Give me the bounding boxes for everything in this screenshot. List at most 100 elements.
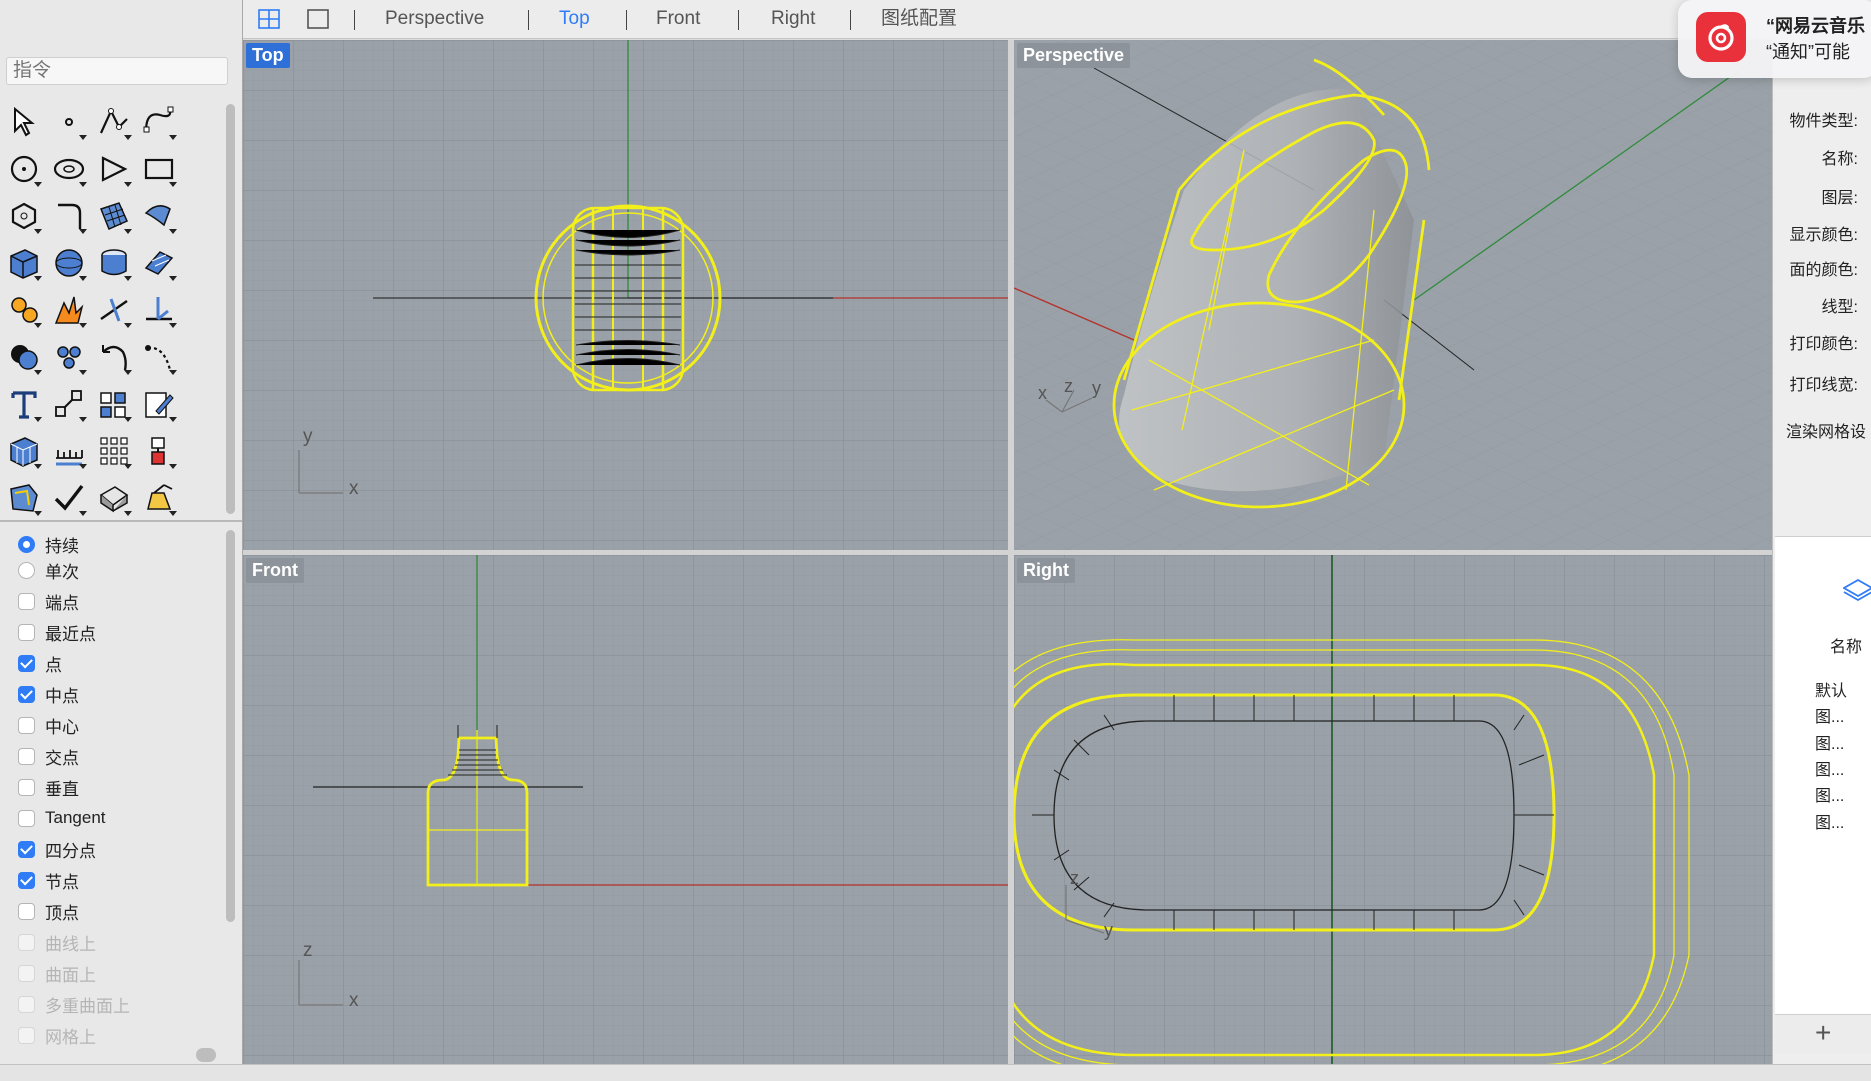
viewport-label-perspective[interactable]: Perspective bbox=[1017, 43, 1131, 68]
osnap-checkbox[interactable] bbox=[18, 809, 35, 827]
osnap-item-label: 交点 bbox=[45, 748, 79, 768]
tab-right[interactable]: Right bbox=[771, 6, 815, 32]
group-icon[interactable] bbox=[49, 337, 89, 377]
osnap-checkbox[interactable] bbox=[18, 654, 35, 672]
ellipse-icon[interactable] bbox=[49, 149, 89, 189]
osnap-item[interactable]: Tangent bbox=[18, 804, 106, 832]
layer-item[interactable]: 图... bbox=[1815, 730, 1844, 754]
tab-layout[interactable]: 图纸配置 bbox=[881, 6, 957, 32]
rectangle-icon[interactable] bbox=[139, 149, 179, 189]
osnap-item[interactable]: 交点 bbox=[18, 742, 79, 770]
left-toolbar-panel: 持续单次端点最近点点中点中心交点垂直 Tangent 四分点节点顶点曲线上曲面上多重… bbox=[0, 0, 243, 1064]
fillet-curve-icon[interactable] bbox=[49, 196, 89, 236]
dimension-icon[interactable] bbox=[49, 431, 89, 471]
viewport-top[interactable]: Top y x bbox=[243, 40, 1008, 550]
four-view-layout-icon[interactable] bbox=[256, 6, 282, 32]
gear-tools-icon[interactable] bbox=[4, 290, 44, 330]
viewport-front[interactable]: Front z x bbox=[243, 555, 1008, 1065]
osnap-checkbox[interactable] bbox=[18, 716, 35, 734]
layer-item[interactable]: 图... bbox=[1815, 703, 1844, 727]
layers-column-name[interactable]: 名称 bbox=[1830, 633, 1862, 657]
osnap-item: 曲线上 bbox=[18, 928, 96, 956]
command-input[interactable] bbox=[6, 57, 228, 85]
check-icon[interactable] bbox=[49, 478, 89, 518]
trim-icon[interactable] bbox=[94, 290, 134, 330]
osnap-mode-radio[interactable]: 单次 bbox=[18, 556, 79, 584]
single-view-layout-icon[interactable] bbox=[305, 6, 331, 32]
osnap-checkbox[interactable] bbox=[18, 871, 35, 889]
align-icon[interactable] bbox=[94, 384, 134, 424]
layer-item[interactable]: 图... bbox=[1815, 782, 1844, 806]
analyze-icon[interactable] bbox=[4, 478, 44, 518]
system-notification[interactable]: “网易云音乐 “通知”可能 bbox=[1678, 0, 1871, 78]
osnap-item[interactable]: 四分点 bbox=[18, 835, 96, 863]
rotate-icon[interactable] bbox=[94, 337, 134, 377]
sphere-solid-icon[interactable] bbox=[49, 243, 89, 283]
array-curve-icon[interactable] bbox=[139, 337, 179, 377]
surface-icon[interactable] bbox=[94, 196, 134, 236]
tab-front[interactable]: Front bbox=[656, 6, 700, 32]
layers-icon[interactable] bbox=[1842, 577, 1871, 608]
curve-icon[interactable] bbox=[139, 102, 179, 142]
flyout-arrow-icon bbox=[79, 417, 87, 422]
flyout-arrow-icon bbox=[169, 323, 177, 328]
osnap-item-label: 点 bbox=[45, 655, 62, 675]
osnap-scrollbar[interactable] bbox=[226, 530, 235, 922]
box-solid-icon[interactable] bbox=[4, 243, 44, 283]
add-layer-icon[interactable]: + bbox=[1815, 1017, 1831, 1049]
layer-item[interactable]: 图... bbox=[1815, 756, 1844, 780]
osnap-checkbox[interactable] bbox=[18, 592, 35, 610]
osnap-scroll-thumb[interactable] bbox=[196, 1048, 216, 1062]
lighting-icon[interactable] bbox=[139, 478, 179, 518]
scale-icon[interactable] bbox=[49, 384, 89, 424]
flyout-arrow-icon bbox=[34, 229, 42, 234]
viewport-right[interactable]: Right z y bbox=[1014, 555, 1772, 1065]
extrude-surface-icon[interactable] bbox=[139, 243, 179, 283]
osnap-checkbox[interactable] bbox=[18, 840, 35, 858]
osnap-checkbox[interactable] bbox=[18, 778, 35, 796]
osnap-checkbox[interactable] bbox=[18, 747, 35, 765]
tab-perspective[interactable]: Perspective bbox=[385, 6, 484, 32]
edit-icon[interactable] bbox=[139, 384, 179, 424]
cylinder-solid-icon[interactable] bbox=[94, 243, 134, 283]
osnap-item[interactable]: 中心 bbox=[18, 711, 79, 739]
osnap-checkbox[interactable] bbox=[18, 623, 35, 641]
osnap-item[interactable]: 顶点 bbox=[18, 897, 79, 925]
circle-icon[interactable] bbox=[4, 149, 44, 189]
osnap-checkbox[interactable] bbox=[18, 685, 35, 703]
viewport-label-right[interactable]: Right bbox=[1017, 558, 1075, 583]
osnap-checkbox[interactable] bbox=[18, 902, 35, 920]
boolean-icon[interactable] bbox=[4, 337, 44, 377]
radio-button[interactable] bbox=[18, 561, 35, 579]
sweep-surface-icon[interactable] bbox=[139, 196, 179, 236]
tab-top[interactable]: Top bbox=[559, 6, 590, 32]
mesh-box-icon[interactable] bbox=[4, 431, 44, 471]
explode-icon[interactable] bbox=[49, 290, 89, 330]
osnap-item[interactable]: 垂直 bbox=[18, 773, 79, 801]
flyout-arrow-icon bbox=[34, 417, 42, 422]
layer-item[interactable]: 默认 bbox=[1815, 677, 1847, 701]
polyline-icon[interactable] bbox=[94, 102, 134, 142]
split-icon[interactable] bbox=[139, 290, 179, 330]
osnap-item[interactable]: 点 bbox=[18, 649, 62, 677]
osnap-mode-radio[interactable]: 持续 bbox=[18, 530, 79, 558]
viewport-label-front[interactable]: Front bbox=[246, 558, 304, 583]
arc-polygon-icon[interactable] bbox=[4, 196, 44, 236]
polygon-icon[interactable] bbox=[94, 149, 134, 189]
properties-icon[interactable] bbox=[139, 431, 179, 471]
osnap-item[interactable]: 端点 bbox=[18, 587, 79, 615]
viewport-label-top[interactable]: Top bbox=[246, 43, 290, 68]
toolbar-scrollbar[interactable] bbox=[226, 104, 235, 514]
osnap-item[interactable]: 节点 bbox=[18, 866, 79, 894]
osnap-item[interactable]: 最近点 bbox=[18, 618, 96, 646]
radio-button[interactable] bbox=[18, 535, 35, 553]
select-arrow-icon[interactable] bbox=[4, 102, 44, 142]
viewport-perspective[interactable]: Perspective x z y bbox=[1014, 40, 1772, 550]
grid-array-icon[interactable] bbox=[94, 431, 134, 471]
osnap-item[interactable]: 中点 bbox=[18, 680, 79, 708]
layer-item[interactable]: 图... bbox=[1815, 809, 1844, 833]
prop-render-mesh: 渲染网格设 bbox=[1786, 424, 1867, 441]
point-icon[interactable] bbox=[49, 102, 89, 142]
render-icon[interactable] bbox=[94, 478, 134, 518]
text-icon[interactable] bbox=[4, 384, 44, 424]
